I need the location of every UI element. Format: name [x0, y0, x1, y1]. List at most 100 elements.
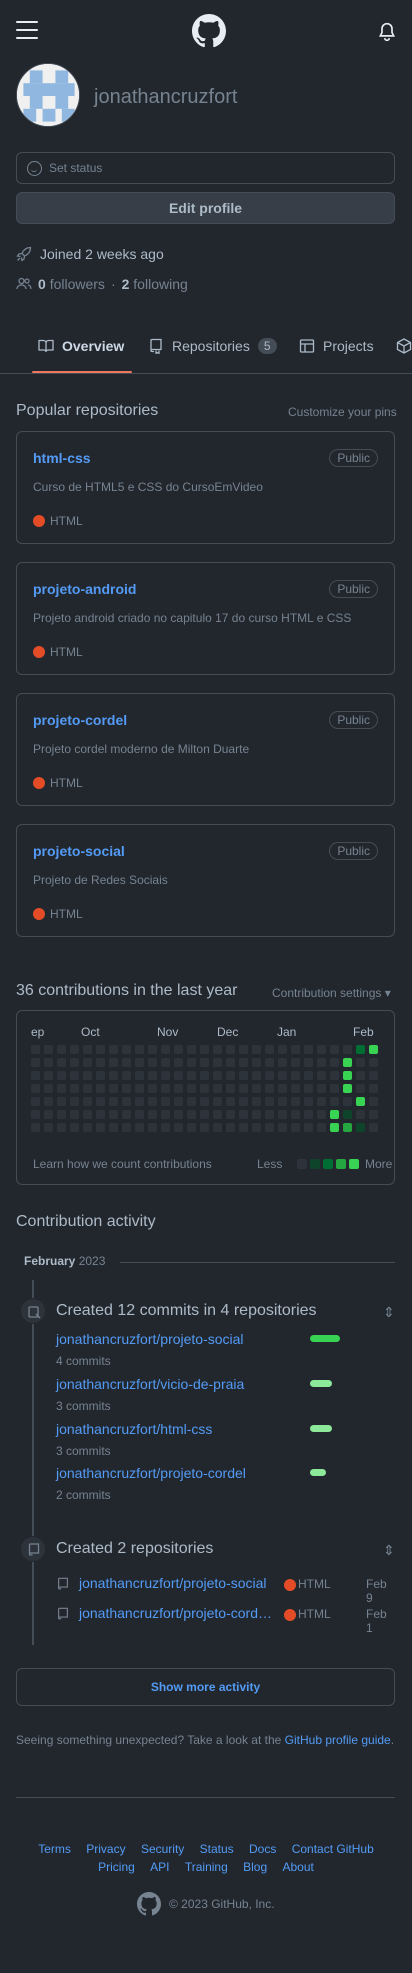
contribution-day[interactable]	[252, 1045, 261, 1054]
contribution-day[interactable]	[161, 1058, 170, 1067]
contribution-day[interactable]	[213, 1123, 222, 1132]
contribution-day[interactable]	[226, 1071, 235, 1080]
contribution-day[interactable]	[330, 1097, 339, 1106]
contribution-day[interactable]	[96, 1097, 105, 1106]
contribution-day[interactable]	[44, 1084, 53, 1093]
footer-link-privacy[interactable]: Privacy	[86, 1842, 125, 1856]
contribution-day[interactable]	[174, 1084, 183, 1093]
contribution-day[interactable]	[148, 1084, 157, 1093]
contribution-day[interactable]	[57, 1084, 66, 1093]
contribution-day[interactable]	[317, 1097, 326, 1106]
contribution-day[interactable]	[291, 1097, 300, 1106]
contribution-day[interactable]	[122, 1045, 131, 1054]
tab-overview[interactable]: Overview	[38, 332, 124, 360]
contribution-day[interactable]	[57, 1097, 66, 1106]
contribution-day[interactable]	[343, 1110, 352, 1119]
contribution-day[interactable]	[57, 1045, 66, 1054]
edit-profile-button[interactable]: Edit profile	[16, 192, 395, 224]
contribution-day[interactable]	[278, 1097, 287, 1106]
footer-link-contact[interactable]: Contact GitHub	[292, 1842, 374, 1856]
contribution-day[interactable]	[369, 1123, 378, 1132]
contribution-day[interactable]	[226, 1110, 235, 1119]
contribution-day[interactable]	[148, 1045, 157, 1054]
contribution-day[interactable]	[278, 1110, 287, 1119]
contribution-day[interactable]	[122, 1097, 131, 1106]
contribution-day[interactable]	[330, 1084, 339, 1093]
contribution-day[interactable]	[343, 1045, 352, 1054]
contribution-day[interactable]	[161, 1084, 170, 1093]
contribution-day[interactable]	[278, 1123, 287, 1132]
contribution-day[interactable]	[200, 1110, 209, 1119]
contribution-day[interactable]	[291, 1084, 300, 1093]
contribution-day[interactable]	[31, 1058, 40, 1067]
contribution-day[interactable]	[317, 1071, 326, 1080]
contribution-day[interactable]	[135, 1110, 144, 1119]
contribution-day[interactable]	[148, 1071, 157, 1080]
contribution-day[interactable]	[213, 1084, 222, 1093]
contribution-day[interactable]	[317, 1110, 326, 1119]
contribution-day[interactable]	[356, 1123, 365, 1132]
contribution-day[interactable]	[135, 1058, 144, 1067]
contribution-day[interactable]	[96, 1110, 105, 1119]
created-repo-link[interactable]: jonathancruzfort/projeto-social	[79, 1575, 267, 1591]
created-repo-link[interactable]: jonathancruzfort/projeto-cord…	[79, 1605, 272, 1621]
contribution-day[interactable]	[187, 1071, 196, 1080]
contribution-day[interactable]	[330, 1045, 339, 1054]
contribution-day[interactable]	[356, 1058, 365, 1067]
contribution-day[interactable]	[31, 1071, 40, 1080]
footer-link-blog[interactable]: Blog	[243, 1860, 267, 1874]
footer-link-pricing[interactable]: Pricing	[98, 1860, 135, 1874]
footer-link-about[interactable]: About	[283, 1860, 314, 1874]
contribution-day[interactable]	[369, 1045, 378, 1054]
contribution-day[interactable]	[83, 1058, 92, 1067]
contribution-day[interactable]	[200, 1084, 209, 1093]
contribution-day[interactable]	[343, 1097, 352, 1106]
contribution-day[interactable]	[122, 1071, 131, 1080]
contribution-day[interactable]	[213, 1110, 222, 1119]
contribution-day[interactable]	[109, 1071, 118, 1080]
contribution-day[interactable]	[278, 1045, 287, 1054]
contribution-day[interactable]	[174, 1058, 183, 1067]
contribution-day[interactable]	[174, 1110, 183, 1119]
contribution-day[interactable]	[343, 1071, 352, 1080]
commit-repo-link[interactable]: jonathancruzfort/vicio-de-praia	[56, 1376, 244, 1392]
contribution-day[interactable]	[252, 1097, 261, 1106]
contribution-day[interactable]	[213, 1045, 222, 1054]
contribution-day[interactable]	[109, 1058, 118, 1067]
contribution-day[interactable]	[330, 1110, 339, 1119]
contribution-day[interactable]	[122, 1084, 131, 1093]
show-more-activity-button[interactable]: Show more activity	[16, 1668, 395, 1706]
contribution-day[interactable]	[96, 1084, 105, 1093]
contribution-day[interactable]	[317, 1045, 326, 1054]
contribution-day[interactable]	[356, 1097, 365, 1106]
contribution-day[interactable]	[343, 1058, 352, 1067]
contribution-day[interactable]	[291, 1110, 300, 1119]
footer-link-security[interactable]: Security	[141, 1842, 184, 1856]
contribution-day[interactable]	[252, 1123, 261, 1132]
contribution-day[interactable]	[369, 1058, 378, 1067]
contribution-day[interactable]	[70, 1084, 79, 1093]
contribution-day[interactable]	[57, 1123, 66, 1132]
contribution-day[interactable]	[109, 1097, 118, 1106]
contribution-day[interactable]	[265, 1071, 274, 1080]
contribution-day[interactable]	[122, 1123, 131, 1132]
contribution-day[interactable]	[44, 1110, 53, 1119]
contribution-day[interactable]	[96, 1058, 105, 1067]
contribution-day[interactable]	[57, 1071, 66, 1080]
contribution-day[interactable]	[265, 1097, 274, 1106]
contribution-day[interactable]	[369, 1084, 378, 1093]
contribution-day[interactable]	[239, 1058, 248, 1067]
commit-repo-link[interactable]: jonathancruzfort/html-css	[56, 1421, 212, 1437]
contribution-day[interactable]	[200, 1123, 209, 1132]
contribution-day[interactable]	[252, 1084, 261, 1093]
contribution-day[interactable]	[226, 1123, 235, 1132]
contribution-day[interactable]	[213, 1058, 222, 1067]
contribution-day[interactable]	[148, 1058, 157, 1067]
contribution-day[interactable]	[330, 1123, 339, 1132]
contribution-day[interactable]	[226, 1058, 235, 1067]
contribution-day[interactable]	[57, 1058, 66, 1067]
avatar[interactable]	[16, 63, 80, 127]
repo-name-link[interactable]: html-css	[33, 450, 91, 466]
footer-link-docs[interactable]: Docs	[249, 1842, 276, 1856]
contribution-day[interactable]	[96, 1123, 105, 1132]
